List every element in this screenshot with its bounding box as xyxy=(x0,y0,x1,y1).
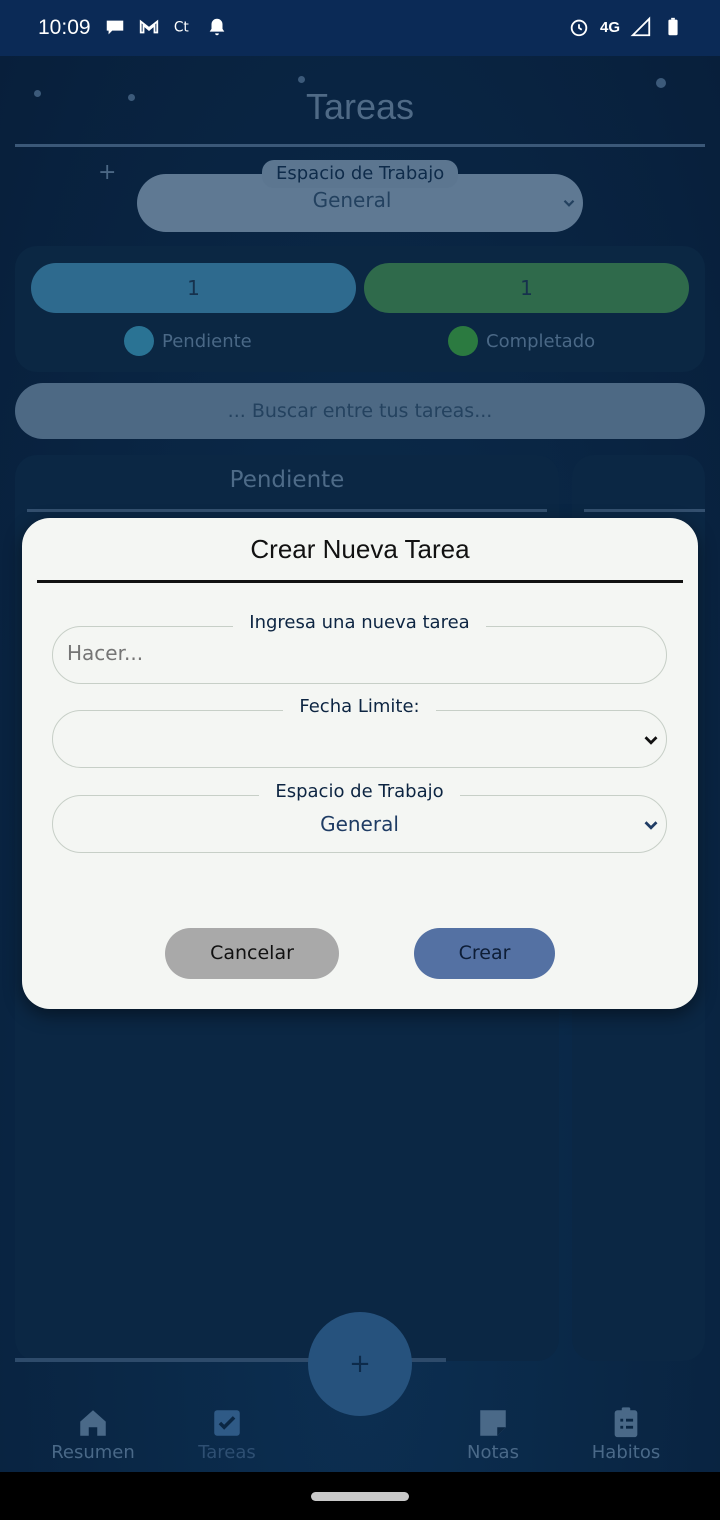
nav-label: Tareas xyxy=(198,1442,256,1463)
task-name-label: Ingresa una nueva tarea xyxy=(233,612,486,633)
dialog-title: Crear Nueva Tarea xyxy=(250,534,470,564)
column-divider xyxy=(27,509,547,512)
nav-label: Resumen xyxy=(51,1442,135,1463)
pending-count: 1 xyxy=(31,263,356,313)
star-decoration xyxy=(298,76,305,83)
create-task-dialog: Crear Nueva Tarea Ingresa una nueva tare… xyxy=(22,518,698,1009)
pending-column-title: Pendiente xyxy=(229,467,345,493)
completed-dot xyxy=(448,326,478,356)
bell-icon xyxy=(209,18,225,36)
workspace-field-value: General xyxy=(320,812,399,836)
system-navigation-bar xyxy=(0,1472,720,1520)
home-gesture-handle[interactable] xyxy=(311,1492,409,1501)
notification-icons: Ct xyxy=(104,16,228,38)
checkbox-icon xyxy=(214,1410,240,1436)
task-name-input[interactable] xyxy=(67,641,627,665)
task-stats-panel: 1 1 Pendiente Completado xyxy=(15,246,705,372)
note-icon xyxy=(480,1410,506,1436)
column-divider xyxy=(584,509,705,512)
search-input[interactable]: ... Buscar entre tus tareas... xyxy=(15,383,705,439)
battery-icon xyxy=(668,17,678,36)
signal-icon xyxy=(630,16,651,37)
title-divider xyxy=(15,144,705,147)
pending-dot xyxy=(124,326,154,356)
nav-item-resumen[interactable]: Resumen xyxy=(33,1406,153,1463)
deadline-field[interactable]: Fecha Limite: xyxy=(52,696,667,768)
workspace-label: Espacio de Trabajo xyxy=(262,160,459,188)
alarm-icon xyxy=(570,19,588,37)
status-bar: 10:09 Ct 4G xyxy=(0,0,720,56)
svg-text:Ct: Ct xyxy=(174,20,190,36)
workspace-field[interactable]: Espacio de Trabajo General xyxy=(52,781,667,853)
completed-count: 1 xyxy=(364,263,689,313)
task-name-field: Ingresa una nueva tarea xyxy=(52,612,667,684)
status-time: 10:09 xyxy=(38,16,91,39)
chat-bubble-icon xyxy=(106,20,124,35)
chevron-down-icon xyxy=(563,199,575,207)
create-button[interactable]: Crear xyxy=(414,928,555,979)
nav-item-notas[interactable]: Notas xyxy=(433,1406,553,1463)
pending-legend-label: Pendiente xyxy=(162,330,252,352)
deadline-label: Fecha Limite: xyxy=(283,696,436,717)
pending-legend: Pendiente xyxy=(124,326,252,356)
page-title: Tareas xyxy=(305,86,415,127)
dialog-divider xyxy=(37,580,683,583)
nav-item-habitos[interactable]: Habitos xyxy=(566,1406,686,1463)
home-icon xyxy=(80,1410,106,1436)
workspace-value: General xyxy=(312,188,392,212)
nav-item-tareas[interactable]: Tareas xyxy=(167,1406,287,1463)
nav-label: Notas xyxy=(467,1442,519,1463)
workspace-field-label: Espacio de Trabajo xyxy=(259,781,460,802)
app-notification-icon: Ct xyxy=(174,20,190,36)
cancel-button[interactable]: Cancelar xyxy=(165,928,339,979)
chevron-down-icon xyxy=(644,821,658,830)
completed-legend: Completado xyxy=(448,326,595,356)
system-status-icons: 4G xyxy=(568,16,684,38)
completed-legend-label: Completado xyxy=(486,330,596,352)
add-task-fab[interactable]: + xyxy=(308,1312,412,1416)
network-type: 4G xyxy=(599,18,620,36)
chevron-down-icon xyxy=(644,736,658,745)
nav-label: Habitos xyxy=(591,1442,661,1463)
gmail-icon xyxy=(139,19,159,34)
add-workspace-button[interactable]: + xyxy=(98,160,116,185)
clipboard-list-icon xyxy=(614,1407,638,1438)
